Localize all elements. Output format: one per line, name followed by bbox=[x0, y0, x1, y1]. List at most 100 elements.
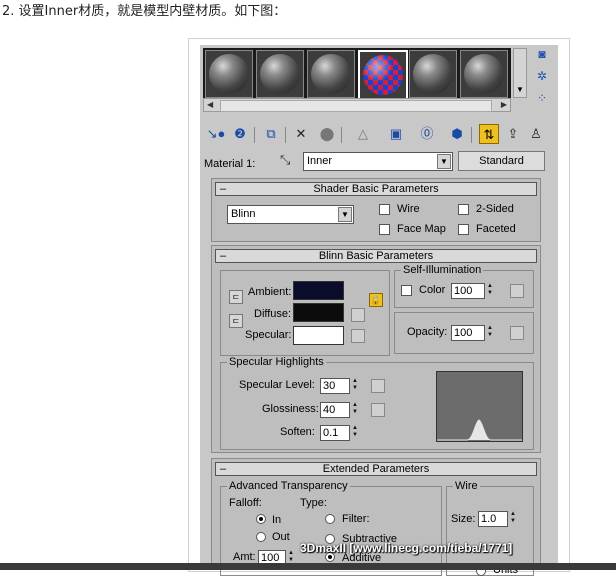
sample-slot-3[interactable] bbox=[307, 50, 355, 98]
toolbar-separator bbox=[254, 127, 255, 143]
sample-slot-1[interactable] bbox=[205, 50, 253, 98]
shader-type-dropdown[interactable]: Blinn ▼ bbox=[227, 205, 354, 224]
sample-slot-4-selected[interactable] bbox=[358, 50, 408, 100]
toolbar-separator bbox=[341, 127, 342, 143]
scroll-right-icon[interactable]: ▶ bbox=[501, 100, 507, 109]
scroll-down-icon[interactable]: ▼ bbox=[516, 85, 524, 94]
go-to-parent-icon[interactable]: ⇅ bbox=[479, 124, 499, 144]
wire-label: Wire bbox=[397, 203, 420, 215]
rollout-title: Blinn Basic Parameters bbox=[318, 250, 434, 262]
assign-to-selection-icon[interactable]: ⧉ bbox=[261, 124, 281, 144]
opacity-map-button[interactable] bbox=[510, 326, 524, 340]
sample-type-icon[interactable]: ◙ bbox=[534, 46, 550, 62]
amount-label: Amt: bbox=[233, 551, 256, 563]
sphere-icon bbox=[464, 54, 504, 94]
self-illum-map-button[interactable] bbox=[510, 284, 524, 298]
diffuse-label: Diffuse: bbox=[254, 308, 292, 320]
put-to-scene-icon[interactable]: ❷ bbox=[230, 124, 250, 144]
checker-sphere-icon bbox=[363, 55, 403, 95]
soften-field[interactable]: 0.1 bbox=[320, 425, 350, 441]
put-to-library-icon[interactable]: △ bbox=[353, 124, 373, 144]
falloff-in-radio[interactable] bbox=[256, 514, 266, 524]
falloff-in-label: In bbox=[272, 514, 282, 526]
sample-slot-6[interactable] bbox=[460, 50, 508, 98]
glossiness-map-button[interactable] bbox=[371, 403, 385, 417]
rollout-header-shader[interactable]: – Shader Basic Parameters bbox=[215, 182, 537, 196]
backlight-icon[interactable]: ✲ bbox=[534, 68, 550, 84]
slots-scrollbar[interactable]: ◀ ▶ bbox=[203, 98, 511, 112]
spinner-arrows-icon[interactable]: ▲ ▼ bbox=[508, 511, 518, 527]
glossiness-label: Glossiness: bbox=[262, 403, 319, 415]
material-type-button[interactable]: Standard bbox=[458, 151, 545, 171]
self-illum-color-label: Color bbox=[419, 284, 446, 296]
scroll-left-icon[interactable]: ◀ bbox=[207, 100, 213, 109]
specular-label: Specular: bbox=[245, 329, 292, 341]
falloff-label: Falloff: bbox=[229, 497, 262, 509]
falloff-out-label: Out bbox=[272, 531, 290, 543]
chevron-down-icon[interactable]: ▼ bbox=[338, 207, 352, 222]
reset-icon[interactable]: ✕ bbox=[291, 124, 311, 144]
show-end-result-icon[interactable]: ⬢ bbox=[447, 124, 467, 144]
ambient-color-swatch[interactable] bbox=[293, 281, 344, 300]
make-unique-icon[interactable]: ⬤ bbox=[317, 124, 337, 144]
rollout-title: Extended Parameters bbox=[322, 463, 430, 475]
sphere-icon bbox=[209, 54, 249, 94]
soften-label: Soften: bbox=[280, 426, 315, 438]
eyedropper-icon[interactable]: ⤡ bbox=[280, 152, 290, 168]
type-label: Type: bbox=[300, 497, 327, 509]
lock-diffuse-specular-map-icon[interactable]: ⊏ bbox=[229, 314, 243, 328]
pick-material-icon[interactable]: ♙ bbox=[526, 124, 546, 144]
go-forward-icon[interactable]: ⇪ bbox=[503, 124, 523, 144]
glossiness-field[interactable]: 40 bbox=[320, 402, 350, 418]
spinner-arrows-icon[interactable]: ▲ ▼ bbox=[350, 402, 360, 418]
specular-level-map-button[interactable] bbox=[371, 379, 385, 393]
shader-type-value: Blinn bbox=[231, 208, 256, 220]
type-filter-label: Filter: bbox=[342, 513, 370, 525]
self-illum-color-checkbox[interactable] bbox=[401, 285, 412, 296]
spinner-arrows-icon[interactable]: ▲ ▼ bbox=[350, 425, 360, 441]
get-material-icon[interactable]: ↘● bbox=[206, 124, 226, 144]
lock-ambient-diffuse-map-icon[interactable]: ⊏ bbox=[229, 290, 243, 304]
material-toolbar: ↘● ❷ ⧉ ✕ ⬤ △ ▣ ⓪ ⬢ ⇅ ⇪ ♙ bbox=[203, 124, 548, 146]
faceted-checkbox[interactable] bbox=[458, 224, 469, 235]
wire-group-label: Wire bbox=[453, 480, 480, 492]
two-sided-checkbox[interactable] bbox=[458, 204, 469, 215]
falloff-out-radio[interactable] bbox=[256, 532, 266, 542]
ambient-label: Ambient: bbox=[248, 286, 292, 298]
diffuse-map-button[interactable] bbox=[351, 308, 365, 322]
sphere-icon bbox=[260, 54, 300, 94]
wire-size-field[interactable]: 1.0 bbox=[478, 511, 508, 527]
material-label: Material 1: bbox=[204, 158, 256, 170]
material-id-icon[interactable]: ▣ bbox=[386, 124, 406, 144]
show-map-icon[interactable]: ⓪ bbox=[417, 124, 437, 144]
wire-checkbox[interactable] bbox=[379, 204, 390, 215]
spinner-arrows-icon[interactable]: ▲ ▼ bbox=[485, 325, 495, 341]
scroll-thumb[interactable] bbox=[220, 100, 492, 112]
specular-color-swatch[interactable] bbox=[293, 326, 344, 345]
self-illum-value-field[interactable]: 100 bbox=[451, 283, 485, 299]
advanced-transparency-label: Advanced Transparency bbox=[227, 480, 350, 492]
face-map-label: Face Map bbox=[397, 223, 446, 235]
lock-icon[interactable]: 🔒 bbox=[369, 293, 383, 307]
sample-slot-5[interactable] bbox=[409, 50, 457, 98]
slots-vertical-scrollbar[interactable]: ▼ bbox=[513, 48, 527, 98]
spinner-arrows-icon[interactable]: ▲ ▼ bbox=[350, 378, 360, 394]
material-name-value: Inner bbox=[307, 155, 333, 167]
specular-level-field[interactable]: 30 bbox=[320, 378, 350, 394]
face-map-checkbox[interactable] bbox=[379, 224, 390, 235]
sample-slot-2[interactable] bbox=[256, 50, 304, 98]
diffuse-color-swatch[interactable] bbox=[293, 303, 344, 322]
rollout-header-extended[interactable]: – Extended Parameters bbox=[215, 462, 537, 476]
specular-map-button[interactable] bbox=[351, 329, 365, 343]
chevron-down-icon[interactable]: ▼ bbox=[437, 154, 451, 169]
material-name-field[interactable]: Inner ▼ bbox=[303, 152, 453, 171]
opacity-value-field[interactable]: 100 bbox=[451, 325, 485, 341]
wire-size-label: Size: bbox=[451, 513, 476, 525]
background-icon[interactable]: ⁘ bbox=[534, 90, 550, 106]
page-caption: 2. 设置Inner材质，就是模型内壁材质。如下图： bbox=[2, 4, 287, 19]
watermark-text: 3DmaxII [www.linecg.com/tieba/1771] bbox=[300, 541, 513, 555]
specular-level-label: Specular Level: bbox=[239, 379, 315, 391]
spinner-arrows-icon[interactable]: ▲ ▼ bbox=[485, 283, 495, 299]
type-filter-radio[interactable] bbox=[325, 514, 335, 524]
rollout-header-blinn[interactable]: – Blinn Basic Parameters bbox=[215, 249, 537, 263]
